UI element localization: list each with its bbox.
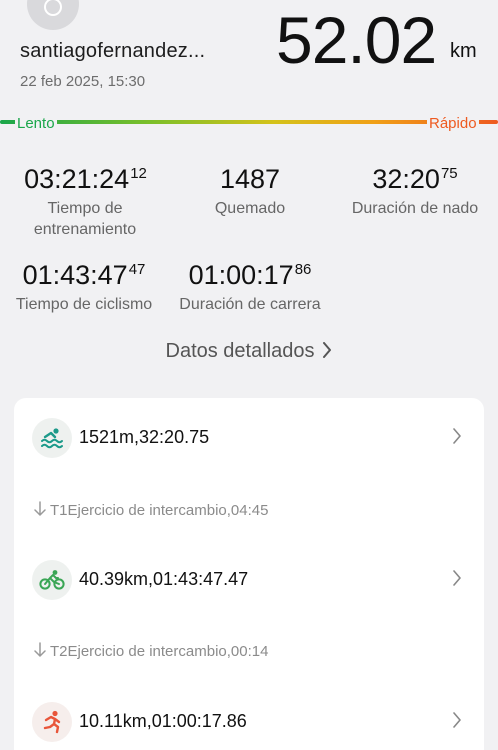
cycling-time-label: Tiempo de ciclismo <box>15 296 153 313</box>
run-segment-text: 10.11km,01:00:17.86 <box>79 711 247 731</box>
user-silhouette-icon <box>44 0 62 16</box>
stat-run-duration: 01:00:1786 Duración de carrera <box>172 260 328 315</box>
stat-cycling-time: 01:43:4747 Tiempo de ciclismo <box>6 260 162 315</box>
avatar[interactable] <box>27 0 79 30</box>
detailed-data-link[interactable]: Datos detallados <box>0 340 498 364</box>
workout-summary-screen: santiagofernandez... 22 feb 2025, 15:30 … <box>0 0 498 750</box>
chevron-right-icon <box>322 341 332 364</box>
burned-value: 1487 <box>219 164 281 194</box>
training-time-label: Tiempo de entrenamiento <box>33 200 137 238</box>
stat-swim-duration: 32:2075 Duración de nado <box>340 164 490 219</box>
swim-segment-row[interactable]: 1521m,32:20.75 <box>14 410 484 466</box>
run-icon <box>32 702 72 742</box>
run-duration-label: Duración de carrera <box>179 296 321 313</box>
bike-segment-row[interactable]: 40.39km,01:43:47.47 <box>14 552 484 608</box>
cycling-time-value: 01:43:47 <box>22 260 128 290</box>
bike-icon <box>32 560 72 600</box>
stat-training-time: 03:21:2412 Tiempo de entrenamiento <box>8 164 163 240</box>
training-time-value: 03:21:24 <box>24 164 130 194</box>
run-duration-fraction: 86 <box>294 261 312 278</box>
t2-transition: T2Ejercicio de intercambio,00:14 <box>34 642 268 662</box>
workout-datetime: 22 feb 2025, 15:30 <box>20 73 146 90</box>
chevron-right-icon <box>452 428 462 449</box>
chevron-right-icon <box>452 712 462 733</box>
swim-segment-text: 1521m,32:20.75 <box>79 427 210 447</box>
training-time-fraction: 12 <box>130 165 147 182</box>
total-distance: 52.02 <box>276 3 437 77</box>
run-duration-value: 01:00:17 <box>188 260 294 290</box>
t1-transition: T1Ejercicio de intercambio,04:45 <box>34 501 268 521</box>
arrow-down-icon <box>34 501 46 521</box>
detailed-data-label: Datos detallados <box>165 340 315 362</box>
swim-duration-value: 32:20 <box>372 164 440 194</box>
t2-transition-text: T2Ejercicio de intercambio,00:14 <box>50 643 269 660</box>
stat-burned: 1487 Quemado <box>180 164 320 219</box>
username: santiagofernandez... <box>20 40 206 62</box>
chevron-right-icon <box>452 570 462 591</box>
cycling-time-fraction: 47 <box>128 261 146 278</box>
slow-label: Lento <box>15 115 57 132</box>
fast-label: Rápido <box>427 115 479 132</box>
swim-duration-fraction: 75 <box>440 165 458 182</box>
run-segment-row[interactable]: 10.11km,01:00:17.86 <box>14 694 484 750</box>
speed-gradient-bar <box>0 120 498 124</box>
swim-icon <box>32 418 72 458</box>
swim-duration-label: Duración de nado <box>351 200 479 217</box>
t1-transition-text: T1Ejercicio de intercambio,04:45 <box>50 502 269 519</box>
distance-unit: km <box>450 40 477 62</box>
bike-segment-text: 40.39km,01:43:47.47 <box>79 569 249 589</box>
arrow-down-icon <box>34 642 46 662</box>
burned-label: Quemado <box>214 200 286 217</box>
segments-card: 1521m,32:20.75 T1Ejercicio de intercambi… <box>14 398 484 750</box>
